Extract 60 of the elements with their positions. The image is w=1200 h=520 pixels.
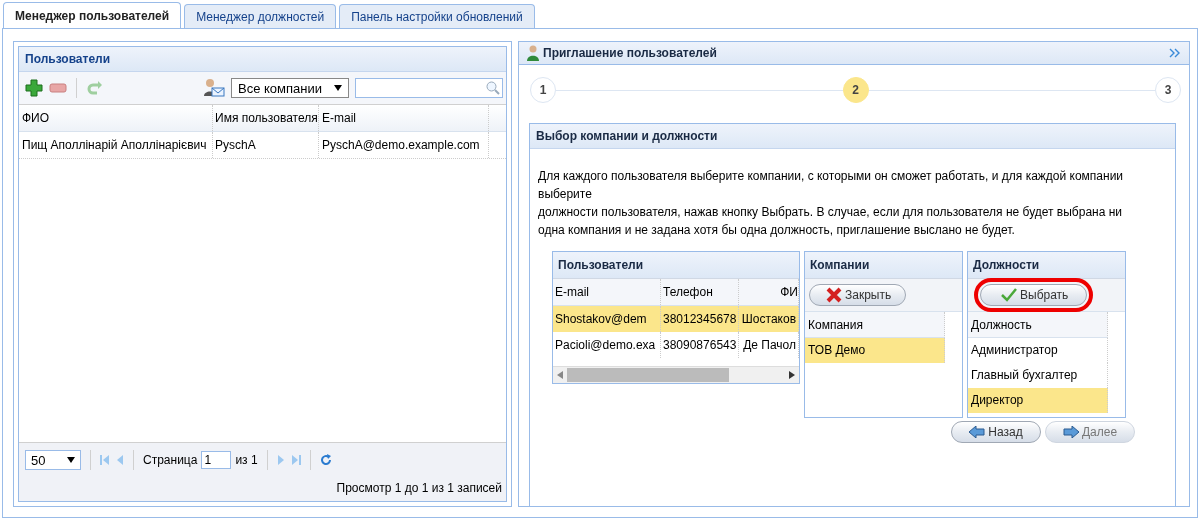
records-summary: Просмотр 1 до 1 из 1 записей bbox=[335, 480, 503, 495]
next-page-icon[interactable] bbox=[276, 454, 285, 466]
column-header[interactable]: Имя пользователя bbox=[213, 105, 319, 131]
page-count: из 1 bbox=[235, 453, 258, 467]
previous-page-icon[interactable] bbox=[116, 454, 124, 466]
close-button[interactable]: Закрыть bbox=[809, 284, 907, 306]
grid-title: Компании bbox=[805, 252, 962, 279]
grid-title: Пользователи bbox=[553, 252, 799, 279]
search-field[interactable] bbox=[355, 78, 503, 98]
last-page-icon[interactable] bbox=[290, 454, 301, 466]
table-cell: Пищ Аполлінарій Аполлінарієвич bbox=[19, 132, 213, 158]
horizontal-scrollbar[interactable] bbox=[553, 366, 799, 383]
company-row[interactable]: ТОВ Демо bbox=[805, 338, 945, 363]
caret-icon bbox=[334, 85, 342, 91]
column-header[interactable]: ФИО bbox=[19, 105, 213, 131]
add-icon[interactable] bbox=[25, 79, 43, 97]
position-row[interactable]: Директор bbox=[968, 388, 1108, 413]
column-header[interactable]: E-mail bbox=[553, 279, 661, 305]
panel-title: Пользователи bbox=[19, 47, 506, 72]
first-page-icon[interactable] bbox=[100, 454, 110, 466]
column-header[interactable]: Должность bbox=[968, 312, 1108, 338]
tab[interactable]: Менеджер должностей bbox=[184, 4, 337, 28]
left-arrow-icon bbox=[969, 426, 986, 438]
wizard-step: 2 bbox=[842, 77, 869, 103]
tab[interactable]: Панель настройки обновлений bbox=[339, 4, 535, 28]
scroll-right-icon[interactable] bbox=[789, 371, 795, 379]
page-label: Страница bbox=[143, 453, 198, 467]
scroll-left-icon[interactable] bbox=[557, 371, 563, 379]
table-cell: PyschA bbox=[213, 132, 319, 158]
reload-icon[interactable] bbox=[319, 454, 332, 466]
company-filter-dropdown[interactable]: Все компании bbox=[231, 78, 349, 98]
tab[interactable]: Менеджер пользователей bbox=[3, 2, 182, 28]
column-header[interactable]: E-mail bbox=[319, 105, 489, 131]
caret-icon bbox=[67, 457, 75, 463]
section-title: Выбор компании и должности bbox=[530, 124, 1175, 149]
refresh-arrow-icon[interactable] bbox=[86, 79, 104, 97]
table-cell[interactable]: 38012345678 bbox=[661, 306, 739, 332]
panel-title: Приглашение пользователей bbox=[543, 46, 717, 60]
search-icon bbox=[486, 81, 500, 95]
table-cell[interactable]: 38090876543 bbox=[661, 332, 739, 358]
column-header[interactable]: ФИ bbox=[739, 279, 799, 305]
table-cell: PyschA@demo.example.com bbox=[319, 132, 489, 158]
instructions-text: Для каждого пользователя выберите компании, с которыми он сможет работать, и для каждой компании выберите должности пользователя, нажав кнопку Выбрать. В случае, если для пользователя не будет выбрана ни одна компания и не задана хотя бы одна должность, приглашение выслано не будет. bbox=[538, 168, 1125, 239]
page-number-field[interactable]: 1 bbox=[201, 451, 232, 469]
position-row[interactable]: Администратор bbox=[968, 338, 1108, 363]
collapse-icon[interactable] bbox=[1169, 48, 1181, 58]
back-button[interactable]: Назад bbox=[951, 421, 1041, 443]
user-mail-icon[interactable] bbox=[203, 78, 225, 98]
grid-title: Должности bbox=[968, 252, 1125, 279]
table-cell[interactable]: Де Пачол bbox=[739, 332, 799, 358]
user-icon bbox=[527, 45, 539, 61]
column-header[interactable]: Компания bbox=[805, 312, 945, 338]
table-cell[interactable]: Shostakov@dem bbox=[553, 306, 661, 332]
check-icon bbox=[1001, 288, 1017, 302]
page-size-dropdown[interactable]: 50 bbox=[25, 450, 81, 470]
table-cell[interactable]: Pacioli@demo.exa bbox=[553, 332, 661, 358]
right-arrow-icon bbox=[1062, 426, 1079, 438]
column-header[interactable]: Телефон bbox=[661, 279, 739, 305]
close-icon bbox=[826, 287, 842, 303]
table-cell[interactable]: Шостаков bbox=[739, 306, 799, 332]
